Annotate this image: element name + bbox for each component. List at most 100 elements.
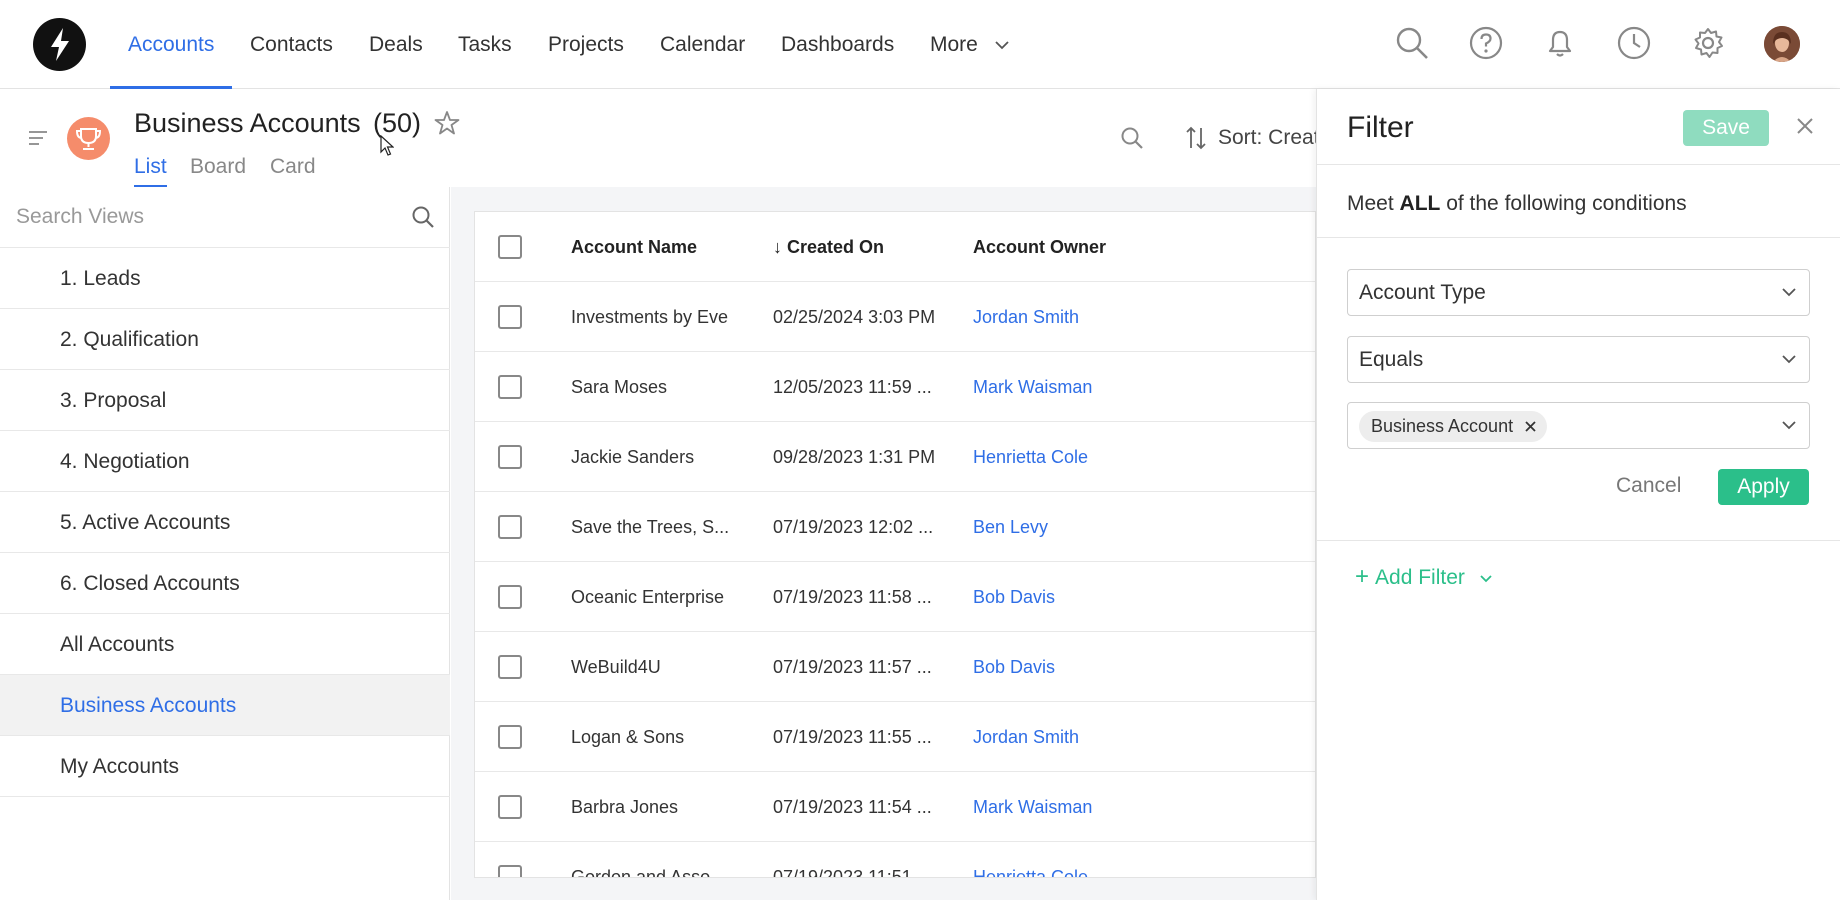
- row-checkbox[interactable]: [498, 515, 522, 539]
- clock-icon[interactable]: [1616, 25, 1652, 61]
- account-name-cell[interactable]: Oceanic Enterprise: [571, 587, 724, 608]
- menu-icon[interactable]: [28, 130, 48, 146]
- top-nav: Accounts Contacts Deals Tasks Projects C…: [0, 0, 1840, 89]
- account-owner-link[interactable]: Mark Waisman: [973, 797, 1092, 818]
- account-owner-link[interactable]: Jordan Smith: [973, 307, 1079, 328]
- save-filter-button[interactable]: Save: [1683, 110, 1769, 146]
- favorite-star-icon[interactable]: [434, 110, 460, 136]
- table-row[interactable]: Sara Moses 12/05/2023 11:59 ... Mark Wai…: [475, 352, 1315, 422]
- search-icon[interactable]: [411, 205, 435, 229]
- chevron-down-icon: [1782, 355, 1796, 364]
- row-checkbox[interactable]: [498, 655, 522, 679]
- nav-more-label: More: [930, 33, 978, 56]
- column-header-created-on[interactable]: ↓ Created On: [773, 237, 884, 258]
- account-name-cell[interactable]: Sara Moses: [571, 377, 667, 398]
- created-on-cell: 09/28/2023 1:31 PM: [773, 447, 936, 467]
- row-checkbox[interactable]: [498, 865, 522, 877]
- plus-icon: +: [1355, 563, 1370, 590]
- table-row[interactable]: Oceanic Enterprise 07/19/2023 11:58 ... …: [475, 562, 1315, 632]
- view-item-business-accounts[interactable]: Business Accounts: [0, 675, 450, 736]
- view-item-qualification[interactable]: 2. Qualification: [0, 309, 450, 370]
- search-icon[interactable]: [1120, 126, 1144, 150]
- created-on-cell: 02/25/2024 3:03 PM: [773, 307, 936, 327]
- close-icon[interactable]: [1795, 116, 1815, 136]
- nav-deals[interactable]: Deals: [369, 0, 423, 89]
- account-name-cell[interactable]: Logan & Sons: [571, 727, 684, 748]
- sort-icon[interactable]: [1185, 126, 1207, 150]
- sort-button[interactable]: Sort: Creat: [1218, 126, 1320, 150]
- view-item-proposal[interactable]: 3. Proposal: [0, 370, 450, 431]
- view-item-active-accounts[interactable]: 5. Active Accounts: [0, 492, 450, 553]
- filter-field-select[interactable]: Account Type: [1347, 269, 1810, 316]
- row-checkbox[interactable]: [498, 725, 522, 749]
- account-owner-link[interactable]: Bob Davis: [973, 587, 1055, 608]
- row-checkbox[interactable]: [498, 585, 522, 609]
- table-row[interactable]: Gordon and Asso... 07/19/2023 11:51 ... …: [475, 842, 1315, 877]
- add-filter-button[interactable]: + Add Filter: [1355, 563, 1493, 591]
- account-name-cell[interactable]: Barbra Jones: [571, 797, 678, 818]
- account-owner-link[interactable]: Bob Davis: [973, 657, 1055, 678]
- account-name-cell[interactable]: Gordon and Asso...: [571, 867, 725, 877]
- created-on-cell: 12/05/2023 11:59 ...: [773, 377, 932, 397]
- created-on-cell: 07/19/2023 12:02 ...: [773, 517, 934, 537]
- search-icon[interactable]: [1394, 25, 1430, 61]
- nav-projects[interactable]: Projects: [548, 0, 624, 89]
- cancel-button[interactable]: Cancel: [1616, 474, 1681, 498]
- table-row[interactable]: Investments by Eve 02/25/2024 3:03 PM Jo…: [475, 282, 1315, 352]
- created-on-cell: 07/19/2023 11:58 ...: [773, 587, 932, 607]
- add-filter-label: Add Filter: [1375, 566, 1465, 589]
- remove-chip-icon[interactable]: [1524, 420, 1537, 433]
- tab-card[interactable]: Card: [270, 155, 316, 179]
- tab-board[interactable]: Board: [190, 155, 246, 179]
- divider: [1317, 540, 1840, 541]
- filter-value-select[interactable]: Business Account: [1347, 402, 1810, 449]
- account-name-cell[interactable]: Jackie Sanders: [571, 447, 694, 468]
- column-header-account-owner[interactable]: Account Owner: [973, 237, 1106, 258]
- nav-dashboards[interactable]: Dashboards: [781, 0, 894, 89]
- column-header-account-name[interactable]: Account Name: [571, 237, 697, 258]
- view-item-leads[interactable]: 1. Leads: [0, 248, 450, 309]
- divider: [1317, 237, 1840, 238]
- view-item-negotiation[interactable]: 4. Negotiation: [0, 431, 450, 492]
- gear-icon[interactable]: [1690, 25, 1726, 61]
- table-row[interactable]: Save the Trees, S... 07/19/2023 12:02 ..…: [475, 492, 1315, 562]
- help-icon[interactable]: [1468, 25, 1504, 61]
- row-checkbox[interactable]: [498, 795, 522, 819]
- account-owner-link[interactable]: Henrietta Cole: [973, 447, 1088, 468]
- account-owner-link[interactable]: Jordan Smith: [973, 727, 1079, 748]
- chevron-down-icon: [1782, 288, 1796, 297]
- filter-title: Filter: [1347, 111, 1414, 144]
- nav-more[interactable]: More: [930, 0, 1010, 89]
- bell-icon[interactable]: [1542, 25, 1578, 61]
- row-checkbox[interactable]: [498, 375, 522, 399]
- table-row[interactable]: Logan & Sons 07/19/2023 11:55 ... Jordan…: [475, 702, 1315, 772]
- view-item-my-accounts[interactable]: My Accounts: [0, 736, 450, 797]
- account-name-cell[interactable]: Save the Trees, S...: [571, 517, 729, 538]
- table-row[interactable]: Jackie Sanders 09/28/2023 1:31 PM Henrie…: [475, 422, 1315, 492]
- column-header-label: Created On: [787, 237, 885, 257]
- account-owner-link[interactable]: Mark Waisman: [973, 377, 1092, 398]
- account-owner-link[interactable]: Ben Levy: [973, 517, 1048, 538]
- account-name-cell[interactable]: WeBuild4U: [571, 657, 661, 678]
- select-all-checkbox[interactable]: [498, 235, 522, 259]
- table-row[interactable]: WeBuild4U 07/19/2023 11:57 ... Bob Davis: [475, 632, 1315, 702]
- table-row[interactable]: Barbra Jones 07/19/2023 11:54 ... Mark W…: [475, 772, 1315, 842]
- tab-list[interactable]: List: [134, 155, 167, 179]
- avatar[interactable]: [1764, 26, 1800, 62]
- search-views-input[interactable]: [16, 200, 396, 234]
- row-checkbox[interactable]: [498, 445, 522, 469]
- filter-operator-select[interactable]: Equals: [1347, 336, 1810, 383]
- nav-contacts[interactable]: Contacts: [250, 0, 333, 89]
- app-logo[interactable]: [33, 18, 86, 71]
- account-name-cell[interactable]: Investments by Eve: [571, 307, 728, 328]
- view-item-closed-accounts[interactable]: 6. Closed Accounts: [0, 553, 450, 614]
- account-owner-link[interactable]: Henrietta Cole: [973, 867, 1088, 877]
- nav-tasks[interactable]: Tasks: [458, 0, 512, 89]
- nav-calendar[interactable]: Calendar: [660, 0, 745, 89]
- view-item-all-accounts[interactable]: All Accounts: [0, 614, 450, 675]
- nav-accounts[interactable]: Accounts: [128, 0, 214, 89]
- row-checkbox[interactable]: [498, 305, 522, 329]
- apply-button[interactable]: Apply: [1718, 469, 1809, 505]
- condition-mode[interactable]: ALL: [1400, 192, 1441, 215]
- chevron-down-icon: [995, 41, 1009, 50]
